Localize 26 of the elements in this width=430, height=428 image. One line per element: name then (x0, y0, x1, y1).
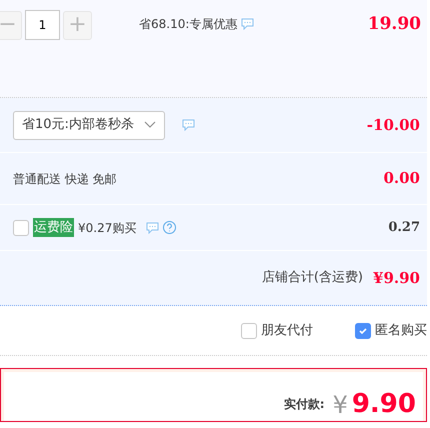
promo-amount: -10.00 (366, 114, 420, 136)
item-price: 19.90 (368, 13, 421, 36)
payment-amount: 9.90 (352, 391, 416, 417)
checkbox[interactable] (13, 220, 29, 236)
shop-total-amount: ¥9.90 (373, 268, 420, 289)
option-label[interactable]: 匿名购买 (375, 320, 427, 340)
caret-icon (144, 121, 156, 129)
checkbox[interactable] (241, 322, 257, 338)
quantity-field[interactable]: 1 (25, 10, 60, 40)
shipping-amount: 0.00 (383, 168, 420, 190)
shipping-label: 普通配送 快递 免邮 (13, 170, 117, 188)
shop-total-label: 店铺合计(含运费) (262, 269, 364, 288)
comment-icon[interactable] (182, 119, 195, 131)
discount-note: 省68.10:专属优惠 (139, 16, 238, 33)
comment-icon[interactable] (241, 18, 254, 30)
option-label[interactable]: 朋友代付 (261, 320, 313, 340)
checkbox[interactable] (355, 322, 371, 338)
insurance-amount: 0.27 (388, 218, 420, 237)
insurance-tag: 运费险 (33, 218, 74, 238)
payment-label: 实付款: (284, 396, 325, 413)
help-icon[interactable] (163, 221, 176, 234)
comment-icon[interactable] (146, 222, 160, 234)
promo-dropdown[interactable]: 省10元:内部卷秒杀 (13, 110, 165, 140)
check-icon (358, 326, 368, 336)
insurance-label: ¥0.27购买 (78, 220, 136, 236)
currency-symbol: ¥ (332, 393, 348, 417)
